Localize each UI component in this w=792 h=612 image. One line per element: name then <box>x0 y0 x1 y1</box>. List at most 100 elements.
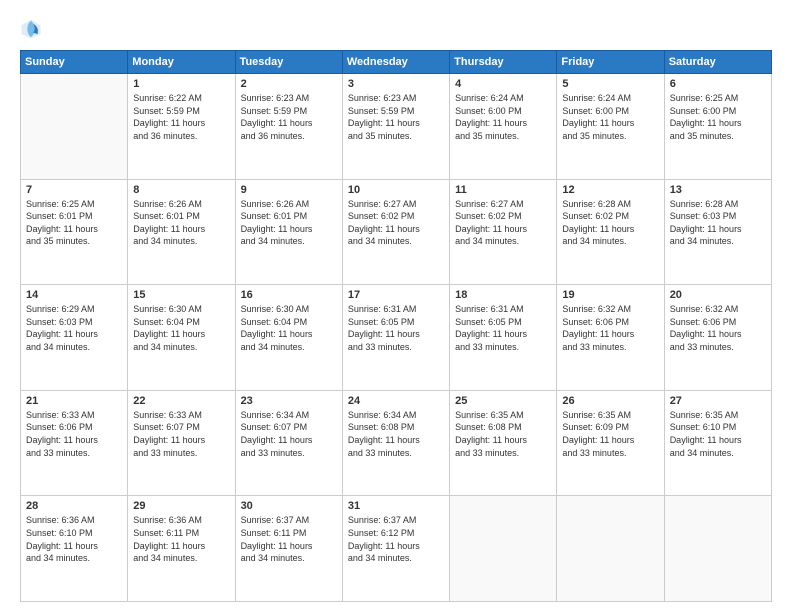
day-number: 24 <box>348 395 444 407</box>
day-number: 25 <box>455 395 551 407</box>
cell-text: Sunrise: 6:23 AMSunset: 5:59 PMDaylight:… <box>241 92 337 142</box>
cell-text: Sunrise: 6:27 AMSunset: 6:02 PMDaylight:… <box>348 198 444 248</box>
calendar-cell: 13 Sunrise: 6:28 AMSunset: 6:03 PMDayligh… <box>664 179 771 285</box>
calendar-cell: 26 Sunrise: 6:35 AMSunset: 6:09 PMDayligh… <box>557 390 664 496</box>
calendar-cell: 4 Sunrise: 6:24 AMSunset: 6:00 PMDaylight… <box>450 74 557 180</box>
day-number: 11 <box>455 184 551 196</box>
day-number: 15 <box>133 289 229 301</box>
day-number: 14 <box>26 289 122 301</box>
header <box>20 18 772 40</box>
cell-text: Sunrise: 6:22 AMSunset: 5:59 PMDaylight:… <box>133 92 229 142</box>
day-number: 21 <box>26 395 122 407</box>
day-number: 29 <box>133 500 229 512</box>
cell-text: Sunrise: 6:32 AMSunset: 6:06 PMDaylight:… <box>670 303 766 353</box>
calendar-cell: 5 Sunrise: 6:24 AMSunset: 6:00 PMDaylight… <box>557 74 664 180</box>
calendar-cell: 18 Sunrise: 6:31 AMSunset: 6:05 PMDayligh… <box>450 285 557 391</box>
cell-text: Sunrise: 6:25 AMSunset: 6:01 PMDaylight:… <box>26 198 122 248</box>
cell-text: Sunrise: 6:32 AMSunset: 6:06 PMDaylight:… <box>562 303 658 353</box>
day-number: 12 <box>562 184 658 196</box>
day-number: 31 <box>348 500 444 512</box>
day-number: 10 <box>348 184 444 196</box>
calendar-cell: 29 Sunrise: 6:36 AMSunset: 6:11 PMDayligh… <box>128 496 235 602</box>
cell-text: Sunrise: 6:31 AMSunset: 6:05 PMDaylight:… <box>348 303 444 353</box>
day-number: 3 <box>348 78 444 90</box>
cell-text: Sunrise: 6:35 AMSunset: 6:09 PMDaylight:… <box>562 409 658 459</box>
cell-text: Sunrise: 6:27 AMSunset: 6:02 PMDaylight:… <box>455 198 551 248</box>
week-row-1: 7Sunrise: 6:25 AMSunset: 6:01 PMDaylight… <box>21 179 772 285</box>
calendar-cell: 31Sunrise: 6:37 AMSunset: 6:12 PMDayligh… <box>342 496 449 602</box>
cell-text: Sunrise: 6:34 AMSunset: 6:08 PMDaylight:… <box>348 409 444 459</box>
cell-text: Sunrise: 6:36 AMSunset: 6:10 PMDaylight:… <box>26 514 122 564</box>
day-number: 18 <box>455 289 551 301</box>
day-number: 16 <box>241 289 337 301</box>
day-number: 28 <box>26 500 122 512</box>
weekday-header-monday: Monday <box>128 51 235 74</box>
calendar-cell: 24 Sunrise: 6:34 AMSunset: 6:08 PMDayligh… <box>342 390 449 496</box>
calendar-cell <box>557 496 664 602</box>
calendar-cell: 17 Sunrise: 6:31 AMSunset: 6:05 PMDayligh… <box>342 285 449 391</box>
logo <box>20 18 46 40</box>
calendar-cell <box>664 496 771 602</box>
cell-text: Sunrise: 6:35 AMSunset: 6:10 PMDaylight:… <box>670 409 766 459</box>
logo-icon <box>20 18 42 40</box>
weekday-header-friday: Friday <box>557 51 664 74</box>
cell-text: Sunrise: 6:23 AMSunset: 5:59 PMDaylight:… <box>348 92 444 142</box>
cell-text: Sunrise: 6:24 AMSunset: 6:00 PMDaylight:… <box>455 92 551 142</box>
calendar-cell: 16Sunrise: 6:30 AMSunset: 6:04 PMDayligh… <box>235 285 342 391</box>
calendar-cell: 6Sunrise: 6:25 AMSunset: 6:00 PMDaylight… <box>664 74 771 180</box>
calendar-cell: 7Sunrise: 6:25 AMSunset: 6:01 PMDaylight… <box>21 179 128 285</box>
cell-text: Sunrise: 6:28 AMSunset: 6:02 PMDaylight:… <box>562 198 658 248</box>
day-number: 17 <box>348 289 444 301</box>
calendar-cell <box>21 74 128 180</box>
calendar-cell: 3 Sunrise: 6:23 AMSunset: 5:59 PMDaylight… <box>342 74 449 180</box>
cell-text: Sunrise: 6:33 AMSunset: 6:07 PMDaylight:… <box>133 409 229 459</box>
week-row-3: 21 Sunrise: 6:33 AMSunset: 6:06 PMDayligh… <box>21 390 772 496</box>
calendar-cell: 30 Sunrise: 6:37 AMSunset: 6:11 PMDayligh… <box>235 496 342 602</box>
cell-text: Sunrise: 6:35 AMSunset: 6:08 PMDaylight:… <box>455 409 551 459</box>
week-row-0: 1Sunrise: 6:22 AMSunset: 5:59 PMDaylight… <box>21 74 772 180</box>
weekday-header-row: SundayMondayTuesdayWednesdayThursdayFrid… <box>21 51 772 74</box>
day-number: 5 <box>562 78 658 90</box>
day-number: 13 <box>670 184 766 196</box>
day-number: 9 <box>241 184 337 196</box>
calendar-cell: 2 Sunrise: 6:23 AMSunset: 5:59 PMDaylight… <box>235 74 342 180</box>
cell-text: Sunrise: 6:26 AMSunset: 6:01 PMDaylight:… <box>241 198 337 248</box>
calendar-cell: 9 Sunrise: 6:26 AMSunset: 6:01 PMDaylight… <box>235 179 342 285</box>
cell-text: Sunrise: 6:28 AMSunset: 6:03 PMDaylight:… <box>670 198 766 248</box>
cell-text: Sunrise: 6:24 AMSunset: 6:00 PMDaylight:… <box>562 92 658 142</box>
cell-text: Sunrise: 6:36 AMSunset: 6:11 PMDaylight:… <box>133 514 229 564</box>
weekday-header-wednesday: Wednesday <box>342 51 449 74</box>
calendar-cell: 28 Sunrise: 6:36 AMSunset: 6:10 PMDayligh… <box>21 496 128 602</box>
calendar-cell <box>450 496 557 602</box>
cell-text: Sunrise: 6:26 AMSunset: 6:01 PMDaylight:… <box>133 198 229 248</box>
cell-text: Sunrise: 6:31 AMSunset: 6:05 PMDaylight:… <box>455 303 551 353</box>
day-number: 27 <box>670 395 766 407</box>
calendar-cell: 19Sunrise: 6:32 AMSunset: 6:06 PMDayligh… <box>557 285 664 391</box>
calendar-cell: 15 Sunrise: 6:30 AMSunset: 6:04 PMDayligh… <box>128 285 235 391</box>
cell-text: Sunrise: 6:34 AMSunset: 6:07 PMDaylight:… <box>241 409 337 459</box>
week-row-2: 14 Sunrise: 6:29 AMSunset: 6:03 PMDayligh… <box>21 285 772 391</box>
day-number: 23 <box>241 395 337 407</box>
calendar-cell: 23 Sunrise: 6:34 AMSunset: 6:07 PMDayligh… <box>235 390 342 496</box>
cell-text: Sunrise: 6:29 AMSunset: 6:03 PMDaylight:… <box>26 303 122 353</box>
cell-text: Sunrise: 6:33 AMSunset: 6:06 PMDaylight:… <box>26 409 122 459</box>
weekday-header-saturday: Saturday <box>664 51 771 74</box>
calendar-table: SundayMondayTuesdayWednesdayThursdayFrid… <box>20 50 772 602</box>
cell-text: Sunrise: 6:37 AMSunset: 6:11 PMDaylight:… <box>241 514 337 564</box>
weekday-header-thursday: Thursday <box>450 51 557 74</box>
calendar-cell: 8Sunrise: 6:26 AMSunset: 6:01 PMDaylight… <box>128 179 235 285</box>
calendar-cell: 10 Sunrise: 6:27 AMSunset: 6:02 PMDayligh… <box>342 179 449 285</box>
calendar-cell: 14 Sunrise: 6:29 AMSunset: 6:03 PMDayligh… <box>21 285 128 391</box>
day-number: 4 <box>455 78 551 90</box>
day-number: 30 <box>241 500 337 512</box>
page: SundayMondayTuesdayWednesdayThursdayFrid… <box>0 0 792 612</box>
day-number: 2 <box>241 78 337 90</box>
cell-text: Sunrise: 6:25 AMSunset: 6:00 PMDaylight:… <box>670 92 766 142</box>
day-number: 26 <box>562 395 658 407</box>
day-number: 22 <box>133 395 229 407</box>
calendar-cell: 25 Sunrise: 6:35 AMSunset: 6:08 PMDayligh… <box>450 390 557 496</box>
cell-text: Sunrise: 6:30 AMSunset: 6:04 PMDaylight:… <box>133 303 229 353</box>
week-row-4: 28 Sunrise: 6:36 AMSunset: 6:10 PMDayligh… <box>21 496 772 602</box>
day-number: 20 <box>670 289 766 301</box>
calendar-cell: 27 Sunrise: 6:35 AMSunset: 6:10 PMDayligh… <box>664 390 771 496</box>
